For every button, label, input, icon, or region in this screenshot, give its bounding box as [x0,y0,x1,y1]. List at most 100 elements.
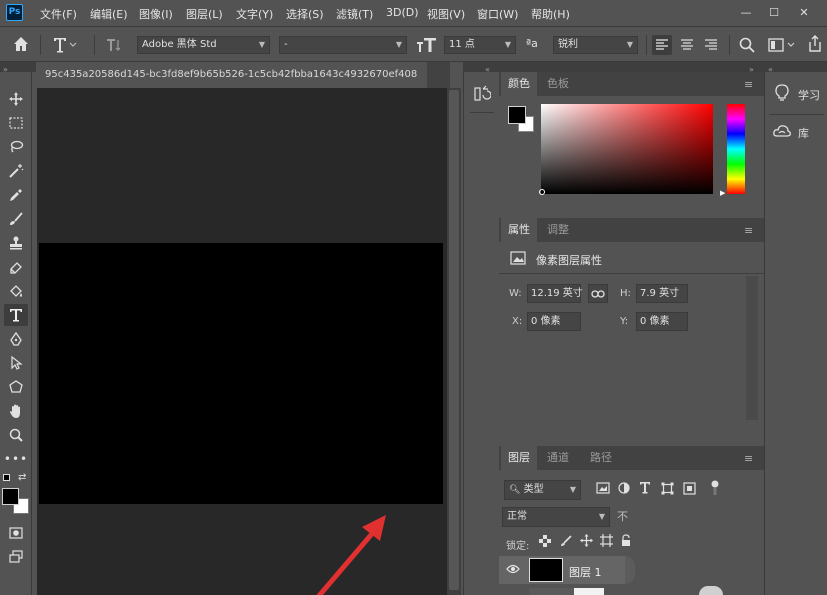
toggle-text-orientation-icon[interactable] [104,35,124,58]
filter-toggle-icon[interactable] [710,480,720,499]
properties-scrollbar[interactable] [746,276,758,420]
filter-shape-icon[interactable] [661,482,674,498]
menu-edit[interactable]: 编辑(E) [90,6,128,22]
close-button[interactable]: ✕ [794,3,814,21]
x-field[interactable]: 0 像素 [527,312,581,331]
document-tab-bar: 95c435a20586d145-bc3fd8ef9b65b526-1c5cb4… [37,62,450,88]
share-icon[interactable] [806,34,824,57]
lock-all-icon[interactable] [620,534,632,550]
minimize-button[interactable]: — [736,3,756,21]
move-tool[interactable] [4,88,28,110]
path-select-tool[interactable] [4,352,28,374]
document-tab[interactable]: 95c435a20586d145-bc3fd8ef9b65b526-1c5cb4… [37,62,427,88]
menu-help[interactable]: 帮助(H) [531,6,570,22]
midcol-collapse-strip[interactable]: « [463,62,499,74]
menu-filter[interactable]: 滤镜(T) [336,6,373,22]
menu-file[interactable]: 文件(F) [40,6,77,22]
chevron-down-icon: ▼ [569,485,576,494]
more-tools[interactable]: ••• [4,448,28,470]
shape-tool[interactable] [4,376,28,398]
lock-transparent-icon[interactable] [539,535,551,550]
layers-panel: 🔍︎ 类型 ▼ 正常 ▼ 不 锁定: 图层 1 [499,470,764,595]
filter-adjustment-icon[interactable] [618,482,630,497]
hue-slider-marker-icon[interactable]: ▶ [720,189,725,197]
hand-tool[interactable] [4,400,28,422]
swap-arrows-icon[interactable]: ⇄ [18,472,26,483]
blend-mode-select[interactable]: 正常 ▼ [502,507,610,527]
align-left-icon[interactable] [652,35,672,55]
tab-adjustments[interactable]: 调整 [540,218,576,242]
panel-menu-icon[interactable]: ≡ [744,78,753,91]
menu-window[interactable]: 窗口(W) [477,6,518,22]
zoom-tool[interactable] [4,424,28,446]
menu-image[interactable]: 图像(I) [139,6,173,22]
history-panel-button[interactable] [470,82,494,106]
history-brush-tool[interactable] [4,256,28,278]
quick-mask-toggle[interactable] [4,522,28,544]
search-icon[interactable] [738,36,756,57]
lasso-tool[interactable] [4,136,28,158]
screen-mode-toggle[interactable] [4,546,28,568]
stamp-tool[interactable] [4,232,28,254]
type-tool-preset-icon[interactable] [52,35,78,55]
font-family-value: Adobe 黑体 Std [142,39,217,50]
libraries-panel-button[interactable]: 库 [765,118,827,146]
pen-tool[interactable] [4,328,28,350]
home-icon[interactable] [12,35,30,56]
menu-layer[interactable]: 图层(L) [186,6,223,22]
height-field[interactable]: 7.9 英寸 [636,284,688,303]
menu-view[interactable]: 视图(V) [427,6,465,22]
workspace-icon[interactable] [767,36,797,57]
learn-panel-button[interactable]: 学习 [765,80,827,108]
panels-collapse-strip[interactable]: » [499,62,764,74]
panel-menu-icon[interactable]: ≡ [744,452,753,465]
filter-pixel-icon[interactable] [596,482,610,497]
y-field[interactable]: 0 像素 [636,312,688,331]
link-dimensions-button[interactable] [588,284,608,303]
lock-artboard-icon[interactable] [600,534,613,550]
tab-color[interactable]: 颜色 [501,72,537,96]
align-center-icon[interactable] [677,35,697,58]
scrollbar-thumb[interactable] [449,90,459,590]
hue-slider[interactable] [727,104,745,194]
font-family-select[interactable]: Adobe 黑体 Std ▼ [137,36,270,54]
menu-type[interactable]: 文字(Y) [236,6,273,22]
tab-paths[interactable]: 路径 [583,446,619,470]
layer-row[interactable]: 图层 1 [499,556,625,584]
color-picker-cursor[interactable] [539,189,545,195]
saturation-brightness-field[interactable] [541,104,713,194]
default-colors-icon[interactable] [3,474,10,481]
tab-channels[interactable]: 通道 [540,446,576,470]
marquee-tool[interactable] [4,112,28,134]
tab-swatches[interactable]: 色板 [540,72,576,96]
filter-type-icon[interactable] [639,481,651,497]
type-tool[interactable] [4,304,28,326]
tab-properties[interactable]: 属性 [501,218,537,242]
toolbar-collapse-strip[interactable]: » [0,62,36,74]
gradient-tool[interactable] [4,280,28,302]
menu-select[interactable]: 选择(S) [286,6,324,22]
panel-menu-icon[interactable]: ≡ [744,224,753,237]
lock-image-icon[interactable] [560,535,572,550]
rightcol-collapse-strip[interactable]: « [764,62,827,74]
layer-name: 图层 1 [569,566,602,579]
color-foreground-swatch[interactable] [508,106,526,124]
menu-3d[interactable]: 3D(D) [386,6,419,19]
font-style-select[interactable]: - ▼ [279,36,407,54]
width-field[interactable]: 12.19 英寸 [527,284,583,303]
layer-filter-select[interactable]: 🔍︎ 类型 ▼ [504,480,581,500]
tab-layers[interactable]: 图层 [501,446,537,470]
brush-tool[interactable] [4,208,28,230]
align-right-icon[interactable] [701,35,721,58]
filter-smart-object-icon[interactable] [683,482,696,498]
maximize-button[interactable]: ☐ [764,3,784,21]
font-size-select[interactable]: 11 点 ▼ [444,36,516,54]
document-canvas[interactable] [39,243,443,504]
antialias-select[interactable]: 锐利 ▼ [553,36,638,54]
font-size-value: 11 点 [449,39,475,50]
lock-position-icon[interactable] [580,534,593,550]
eye-icon[interactable] [506,564,520,577]
magic-wand-tool[interactable] [4,160,28,182]
foreground-color-swatch[interactable] [2,488,19,505]
eyedropper-tool[interactable] [4,184,28,206]
